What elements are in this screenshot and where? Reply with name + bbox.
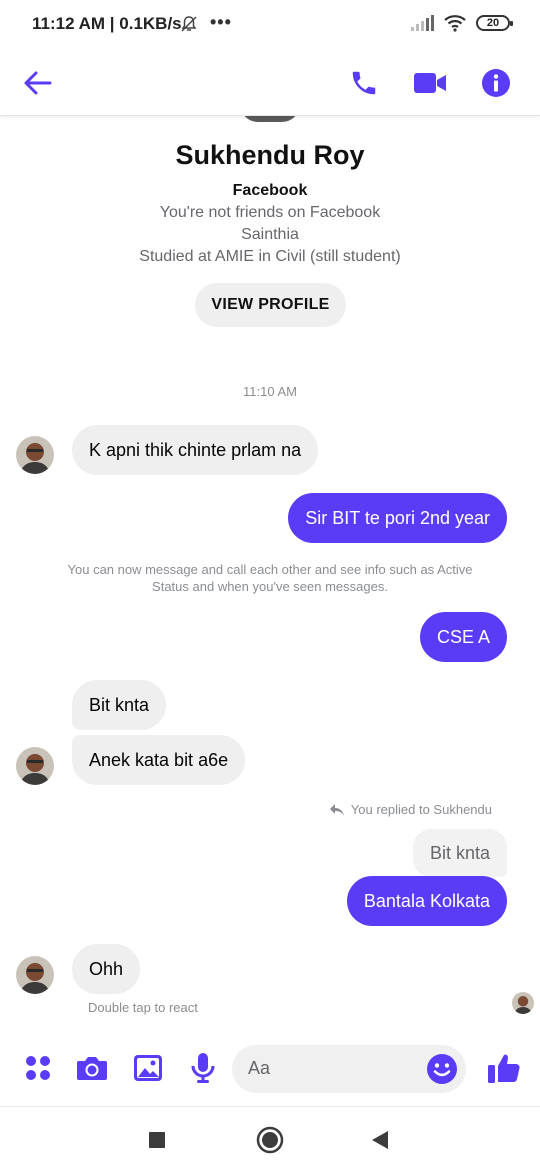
status-time: 11:12 AM | 0.1KB/s xyxy=(32,14,182,33)
conversation-header xyxy=(0,50,540,116)
system-back-button[interactable] xyxy=(363,1123,397,1157)
info-button[interactable] xyxy=(476,63,516,103)
mute-bell-icon xyxy=(181,16,197,32)
connection-system-note: You can now message and call each other … xyxy=(67,562,473,594)
contact-avatar[interactable] xyxy=(16,436,54,474)
quoted-message[interactable]: Bit knta xyxy=(412,829,507,877)
emoji-icon[interactable] xyxy=(426,1053,458,1085)
video-call-button[interactable] xyxy=(410,63,450,103)
camera-button[interactable] xyxy=(72,1048,112,1088)
message-bubble-incoming[interactable]: Ohh xyxy=(72,944,141,994)
seen-avatar xyxy=(512,992,534,1014)
message-bubble-incoming[interactable]: Anek kata bit a6e xyxy=(72,735,246,785)
call-button[interactable] xyxy=(344,63,384,103)
message-bubble-outgoing[interactable]: Sir BIT te pori 2nd year xyxy=(288,493,507,543)
video-icon xyxy=(414,73,446,93)
message-bubble-incoming[interactable]: Bit knta xyxy=(72,680,167,730)
more-dots-icon: ••• xyxy=(210,12,232,32)
message-composer: Aa xyxy=(0,1030,540,1106)
message-bubble-incoming[interactable]: K apni thik chinte prlam na xyxy=(72,425,319,475)
message-bubble-outgoing[interactable]: CSE A xyxy=(419,612,507,662)
voice-button[interactable] xyxy=(183,1048,223,1088)
phone-icon xyxy=(352,71,376,95)
reply-note-text: You replied to Sukhendu xyxy=(350,802,492,817)
reply-arrow-icon xyxy=(329,803,344,816)
contact-avatar[interactable] xyxy=(16,956,54,994)
menu-dots-icon xyxy=(26,1056,50,1080)
like-button[interactable] xyxy=(484,1048,524,1088)
gallery-icon xyxy=(134,1055,162,1081)
back-arrow-icon xyxy=(24,71,52,95)
camera-icon xyxy=(77,1057,107,1080)
profile-name: Sukhendu Roy xyxy=(175,140,365,170)
contact-avatar[interactable] xyxy=(16,747,54,785)
reply-indicator: You replied to Sukhendu xyxy=(329,802,492,817)
signal-icon xyxy=(411,15,434,31)
message-input[interactable]: Aa xyxy=(232,1045,466,1093)
thumbs-up-icon xyxy=(488,1054,520,1083)
microphone-icon xyxy=(191,1053,215,1083)
react-hint: Double tap to react xyxy=(88,1000,198,1015)
gallery-button[interactable] xyxy=(128,1048,168,1088)
recents-button[interactable] xyxy=(140,1123,174,1157)
view-profile-button[interactable]: VIEW PROFILE xyxy=(195,283,346,327)
status-bar: 11:12 AM | 0.1KB/s ••• 20 xyxy=(0,0,540,50)
profile-education: Studied at AMIE in Civil (still student) xyxy=(139,248,401,265)
message-bubble-outgoing[interactable]: Bantala Kolkata xyxy=(346,876,507,926)
message-input-placeholder: Aa xyxy=(248,1058,271,1078)
back-button[interactable] xyxy=(18,63,58,103)
wifi-icon xyxy=(444,15,466,32)
home-button[interactable] xyxy=(253,1123,287,1157)
battery-icon: 20 xyxy=(476,15,513,31)
profile-friend-status: You're not friends on Facebook xyxy=(159,204,381,221)
system-nav-bar xyxy=(0,1106,540,1170)
more-actions-button[interactable] xyxy=(18,1048,58,1088)
back-triangle-icon xyxy=(372,1131,388,1149)
profile-location: Sainthia xyxy=(241,226,299,243)
message-timestamp: 11:10 AM xyxy=(243,384,297,399)
recents-square-icon xyxy=(149,1132,165,1148)
info-icon xyxy=(482,69,510,97)
profile-platform: Facebook xyxy=(232,182,308,199)
home-circle-icon xyxy=(256,1126,284,1154)
